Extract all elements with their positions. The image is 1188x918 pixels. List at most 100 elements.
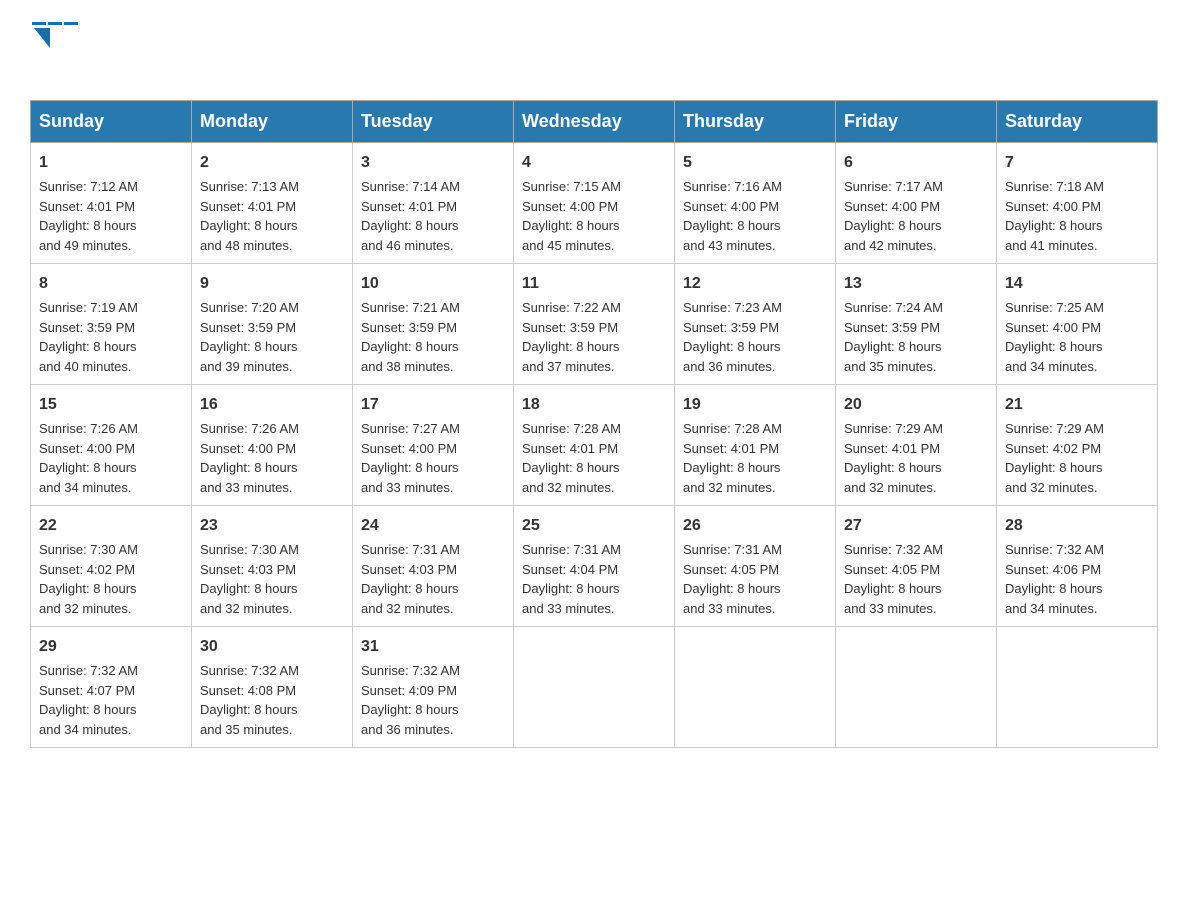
day-cell: 24 Sunrise: 7:31 AMSunset: 4:03 PMDayligh… [353,506,514,627]
day-cell: 10 Sunrise: 7:21 AMSunset: 3:59 PMDayligh… [353,264,514,385]
week-row-4: 22 Sunrise: 7:30 AMSunset: 4:02 PMDayligh… [31,506,1158,627]
day-sunrise: Sunrise: 7:23 AMSunset: 3:59 PMDaylight:… [683,300,782,374]
day-cell: 15 Sunrise: 7:26 AMSunset: 4:00 PMDayligh… [31,385,192,506]
day-number: 20 [844,393,988,417]
day-sunrise: Sunrise: 7:19 AMSunset: 3:59 PMDaylight:… [39,300,138,374]
day-sunrise: Sunrise: 7:22 AMSunset: 3:59 PMDaylight:… [522,300,621,374]
header-row: SundayMondayTuesdayWednesdayThursdayFrid… [31,101,1158,143]
day-number: 30 [200,635,344,659]
day-sunrise: Sunrise: 7:31 AMSunset: 4:03 PMDaylight:… [361,542,460,616]
day-sunrise: Sunrise: 7:32 AMSunset: 4:06 PMDaylight:… [1005,542,1104,616]
day-number: 7 [1005,151,1149,175]
header-monday: Monday [192,101,353,143]
day-cell: 26Sunrise: 7:31 AMSunset: 4:05 PMDayligh… [675,506,836,627]
header-friday: Friday [836,101,997,143]
day-cell: 9 Sunrise: 7:20 AMSunset: 3:59 PMDaylight… [192,264,353,385]
day-cell: 6 Sunrise: 7:17 AMSunset: 4:00 PMDaylight… [836,143,997,264]
day-sunrise: Sunrise: 7:32 AMSunset: 4:05 PMDaylight:… [844,542,943,616]
day-number: 26 [683,514,827,538]
week-row-5: 29 Sunrise: 7:32 AMSunset: 4:07 PMDayligh… [31,627,1158,748]
day-number: 1 [39,151,183,175]
day-number: 19 [683,393,827,417]
day-cell [836,627,997,748]
day-number: 6 [844,151,988,175]
day-cell: 25 Sunrise: 7:31 AMSunset: 4:04 PMDayligh… [514,506,675,627]
day-cell: 5Sunrise: 7:16 AMSunset: 4:00 PMDaylight… [675,143,836,264]
day-sunrise: Sunrise: 7:31 AMSunset: 4:04 PMDaylight:… [522,542,621,616]
day-cell: 19Sunrise: 7:28 AMSunset: 4:01 PMDayligh… [675,385,836,506]
logo [30,20,80,80]
day-number: 11 [522,272,666,296]
day-cell [997,627,1158,748]
day-cell: 18 Sunrise: 7:28 AMSunset: 4:01 PMDayligh… [514,385,675,506]
day-sunrise: Sunrise: 7:32 AMSunset: 4:09 PMDaylight:… [361,663,460,737]
day-cell: 31 Sunrise: 7:32 AMSunset: 4:09 PMDayligh… [353,627,514,748]
day-number: 17 [361,393,505,417]
day-cell: 22 Sunrise: 7:30 AMSunset: 4:02 PMDayligh… [31,506,192,627]
day-cell: 28 Sunrise: 7:32 AMSunset: 4:06 PMDayligh… [997,506,1158,627]
day-number: 29 [39,635,183,659]
day-sunrise: Sunrise: 7:30 AMSunset: 4:02 PMDaylight:… [39,542,138,616]
day-number: 2 [200,151,344,175]
day-number: 13 [844,272,988,296]
header-thursday: Thursday [675,101,836,143]
day-number: 21 [1005,393,1149,417]
week-row-3: 15 Sunrise: 7:26 AMSunset: 4:00 PMDayligh… [31,385,1158,506]
header-saturday: Saturday [997,101,1158,143]
day-number: 12 [683,272,827,296]
day-number: 15 [39,393,183,417]
header-wednesday: Wednesday [514,101,675,143]
page-header [30,20,1158,80]
day-sunrise: Sunrise: 7:24 AMSunset: 3:59 PMDaylight:… [844,300,943,374]
day-number: 4 [522,151,666,175]
day-sunrise: Sunrise: 7:25 AMSunset: 4:00 PMDaylight:… [1005,300,1104,374]
day-cell: 13 Sunrise: 7:24 AMSunset: 3:59 PMDayligh… [836,264,997,385]
day-sunrise: Sunrise: 7:18 AMSunset: 4:00 PMDaylight:… [1005,179,1104,253]
day-cell [675,627,836,748]
day-number: 23 [200,514,344,538]
week-row-2: 8Sunrise: 7:19 AMSunset: 3:59 PMDaylight… [31,264,1158,385]
day-number: 28 [1005,514,1149,538]
day-sunrise: Sunrise: 7:13 AMSunset: 4:01 PMDaylight:… [200,179,299,253]
day-cell: 1 Sunrise: 7:12 AMSunset: 4:01 PMDaylight… [31,143,192,264]
day-sunrise: Sunrise: 7:12 AMSunset: 4:01 PMDaylight:… [39,179,138,253]
day-number: 3 [361,151,505,175]
day-cell: 12 Sunrise: 7:23 AMSunset: 3:59 PMDayligh… [675,264,836,385]
day-cell: 11 Sunrise: 7:22 AMSunset: 3:59 PMDayligh… [514,264,675,385]
day-sunrise: Sunrise: 7:17 AMSunset: 4:00 PMDaylight:… [844,179,943,253]
day-cell: 23Sunrise: 7:30 AMSunset: 4:03 PMDayligh… [192,506,353,627]
header-tuesday: Tuesday [353,101,514,143]
day-sunrise: Sunrise: 7:20 AMSunset: 3:59 PMDaylight:… [200,300,299,374]
day-number: 18 [522,393,666,417]
day-sunrise: Sunrise: 7:26 AMSunset: 4:00 PMDaylight:… [200,421,299,495]
day-number: 22 [39,514,183,538]
day-cell: 20 Sunrise: 7:29 AMSunset: 4:01 PMDayligh… [836,385,997,506]
day-number: 27 [844,514,988,538]
day-number: 16 [200,393,344,417]
day-sunrise: Sunrise: 7:32 AMSunset: 4:08 PMDaylight:… [200,663,299,737]
header-sunday: Sunday [31,101,192,143]
day-number: 9 [200,272,344,296]
day-number: 24 [361,514,505,538]
day-number: 25 [522,514,666,538]
day-number: 10 [361,272,505,296]
day-number: 14 [1005,272,1149,296]
day-sunrise: Sunrise: 7:21 AMSunset: 3:59 PMDaylight:… [361,300,460,374]
day-sunrise: Sunrise: 7:32 AMSunset: 4:07 PMDaylight:… [39,663,138,737]
day-number: 5 [683,151,827,175]
day-cell: 3Sunrise: 7:14 AMSunset: 4:01 PMDaylight… [353,143,514,264]
day-cell: 16 Sunrise: 7:26 AMSunset: 4:00 PMDayligh… [192,385,353,506]
day-sunrise: Sunrise: 7:26 AMSunset: 4:00 PMDaylight:… [39,421,138,495]
day-cell: 14 Sunrise: 7:25 AMSunset: 4:00 PMDayligh… [997,264,1158,385]
day-number: 31 [361,635,505,659]
day-cell: 27 Sunrise: 7:32 AMSunset: 4:05 PMDayligh… [836,506,997,627]
calendar-table: SundayMondayTuesdayWednesdayThursdayFrid… [30,100,1158,748]
day-cell: 2 Sunrise: 7:13 AMSunset: 4:01 PMDaylight… [192,143,353,264]
day-sunrise: Sunrise: 7:29 AMSunset: 4:01 PMDaylight:… [844,421,943,495]
day-sunrise: Sunrise: 7:29 AMSunset: 4:02 PMDaylight:… [1005,421,1104,495]
day-cell: 4Sunrise: 7:15 AMSunset: 4:00 PMDaylight… [514,143,675,264]
day-cell: 29 Sunrise: 7:32 AMSunset: 4:07 PMDayligh… [31,627,192,748]
day-sunrise: Sunrise: 7:27 AMSunset: 4:00 PMDaylight:… [361,421,460,495]
day-sunrise: Sunrise: 7:28 AMSunset: 4:01 PMDaylight:… [522,421,621,495]
day-cell: 7 Sunrise: 7:18 AMSunset: 4:00 PMDaylight… [997,143,1158,264]
